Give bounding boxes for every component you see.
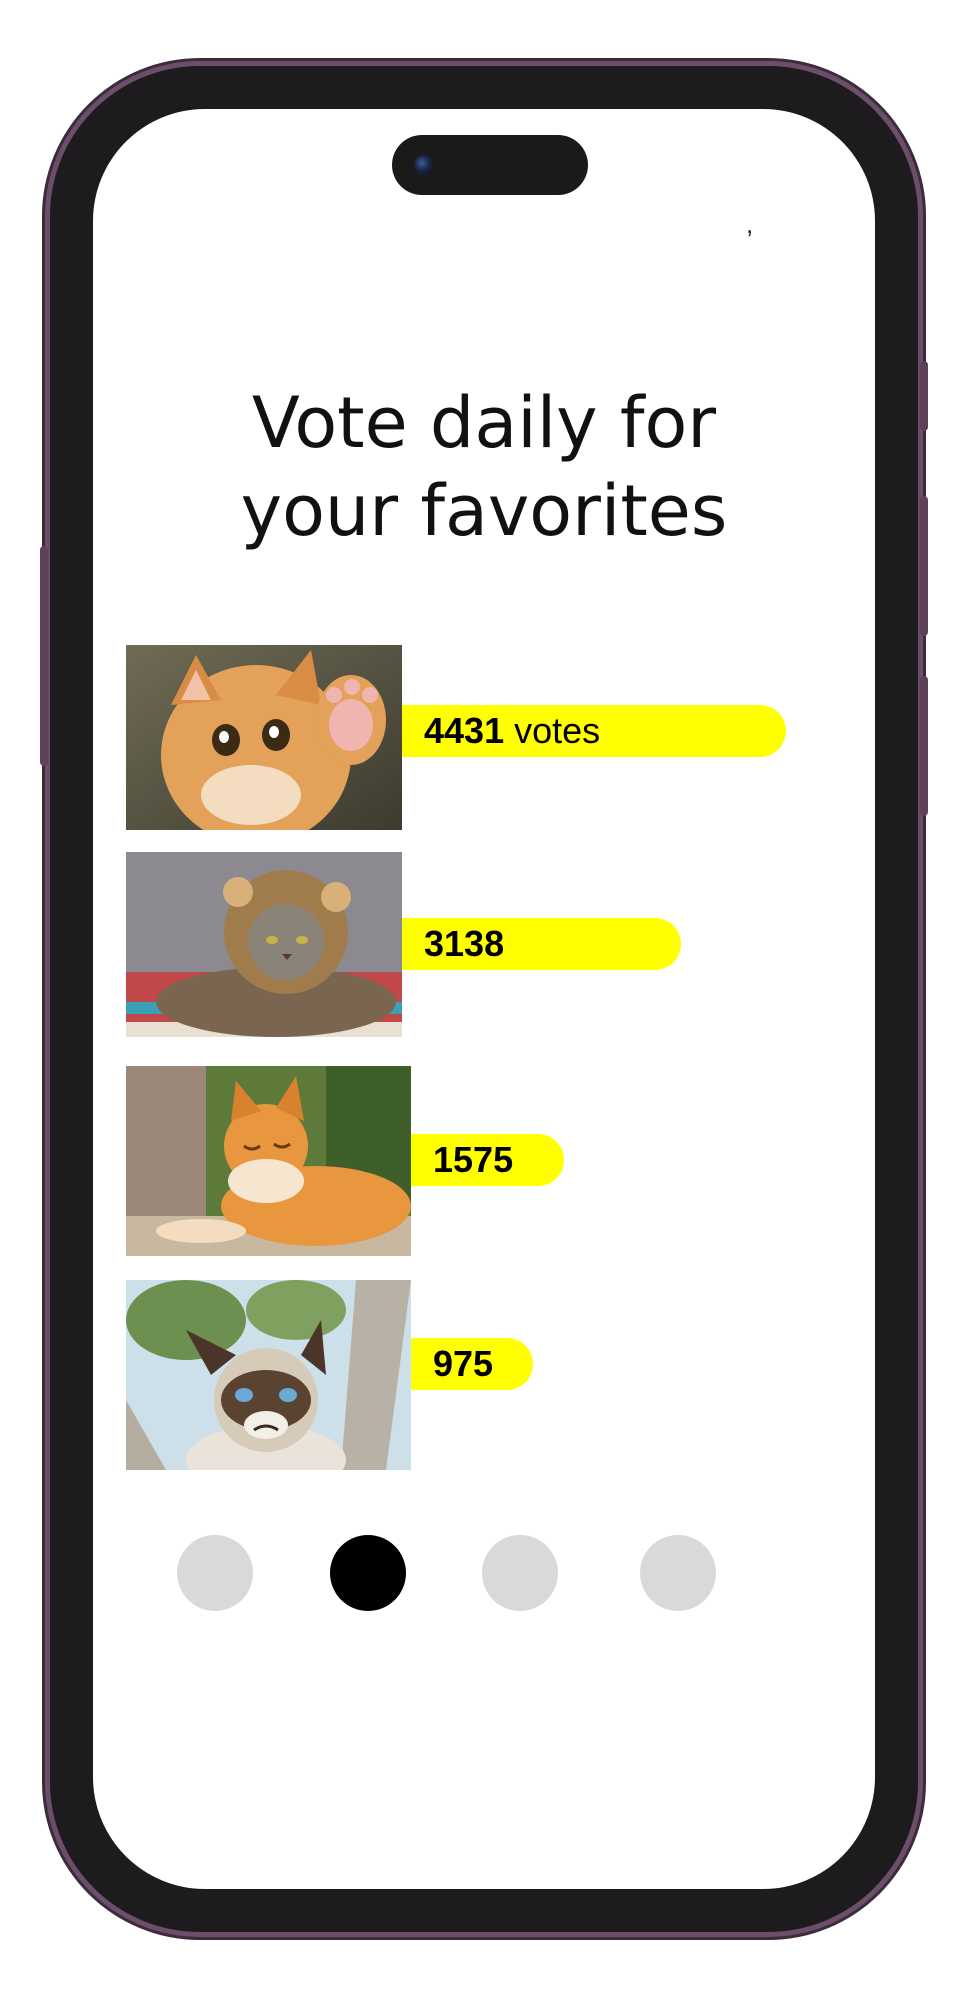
vote-row[interactable]: 1575 xyxy=(126,1066,564,1256)
phone-screen: , Vote daily for your favorites 4431 vot… xyxy=(93,109,875,1889)
page-dot-4[interactable] xyxy=(640,1535,716,1611)
page-dot-1[interactable] xyxy=(177,1535,253,1611)
dynamic-island xyxy=(392,135,588,195)
status-mark: , xyxy=(746,209,754,239)
grumpy-cat-image xyxy=(126,1280,411,1470)
ginger-cat-photo[interactable] xyxy=(126,1066,411,1256)
vote-unit: votes xyxy=(514,710,601,751)
kitten-photo[interactable] xyxy=(126,645,402,830)
lion-cat-photo[interactable] xyxy=(126,852,402,1037)
vote-count: 975 xyxy=(433,1343,494,1384)
vote-row[interactable]: 3138 xyxy=(126,852,681,1037)
grumpy-cat-photo[interactable] xyxy=(126,1280,411,1470)
side-button-upper xyxy=(920,496,928,636)
vote-row[interactable]: 4431 votes xyxy=(126,645,786,830)
camera-icon xyxy=(414,155,434,175)
title-line-1: Vote daily for xyxy=(251,382,717,464)
vote-count-bar: 3138 xyxy=(402,918,681,970)
kitten-image xyxy=(126,645,402,830)
volume-up-button xyxy=(40,546,48,766)
page-dot-2-active[interactable] xyxy=(330,1535,406,1611)
power-button xyxy=(920,361,928,431)
vote-count-bar: 4431 votes xyxy=(402,705,786,757)
page-title: Vote daily for your favorites xyxy=(93,379,875,555)
vote-count-bar: 1575 xyxy=(411,1134,564,1186)
ginger-cat-image xyxy=(126,1066,411,1256)
vote-row[interactable]: 975 xyxy=(126,1280,533,1470)
vote-count: 3138 xyxy=(424,923,505,964)
page-dot-3[interactable] xyxy=(482,1535,558,1611)
title-line-2: your favorites xyxy=(240,470,728,552)
vote-count: 1575 xyxy=(433,1139,514,1180)
lion-cat-image xyxy=(126,852,402,1037)
vote-count: 4431 xyxy=(424,710,505,751)
side-button-lower xyxy=(920,676,928,816)
phone-frame: , Vote daily for your favorites 4431 vot… xyxy=(40,66,928,1932)
vote-count-bar: 975 xyxy=(411,1338,533,1390)
